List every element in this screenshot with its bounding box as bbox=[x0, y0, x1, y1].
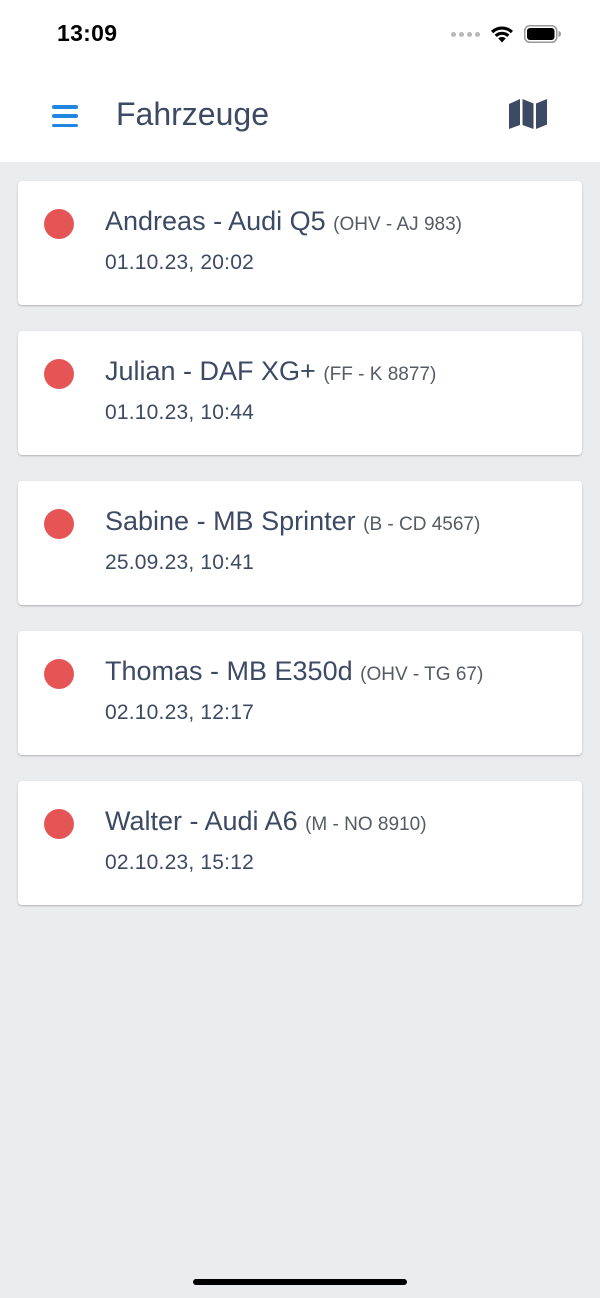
status-icons bbox=[451, 24, 562, 44]
last-update-time: 02.10.23, 12:17 bbox=[105, 701, 254, 724]
vehicle-card[interactable]: Sabine - MB Sprinter (B - CD 4567) 25.09… bbox=[18, 481, 582, 605]
cellular-signal-icon bbox=[451, 31, 480, 37]
license-plate: (OHV - TG 67) bbox=[360, 664, 484, 685]
app-header: Fahrzeuge bbox=[0, 70, 600, 162]
last-update-time: 01.10.23, 10:44 bbox=[105, 401, 254, 424]
vehicle-name: Sabine - MB Sprinter bbox=[105, 506, 356, 536]
status-indicator-icon bbox=[44, 209, 74, 239]
status-time: 13:09 bbox=[57, 20, 118, 46]
license-plate: (B - CD 4567) bbox=[363, 514, 481, 535]
last-update-time: 25.09.23, 10:41 bbox=[105, 551, 254, 574]
vehicle-list: Andreas - Audi Q5 (OHV - AJ 983) 01.10.2… bbox=[18, 181, 582, 931]
vehicle-name: Thomas - MB E350d bbox=[105, 656, 353, 686]
home-indicator[interactable] bbox=[193, 1279, 407, 1285]
page-title: Fahrzeuge bbox=[116, 96, 269, 132]
last-update-time: 01.10.23, 20:02 bbox=[105, 251, 254, 274]
vehicle-title: Sabine - MB Sprinter (B - CD 4567) bbox=[105, 506, 480, 537]
vehicle-name: Walter - Audi A6 bbox=[105, 806, 298, 836]
hamburger-menu-icon[interactable] bbox=[52, 105, 80, 127]
map-icon[interactable] bbox=[508, 98, 548, 130]
last-update-time: 02.10.23, 15:12 bbox=[105, 851, 254, 874]
vehicle-title: Julian - DAF XG+ (FF - K 8877) bbox=[105, 356, 436, 387]
vehicle-name: Andreas - Audi Q5 bbox=[105, 206, 326, 236]
status-bar: 13:09 bbox=[0, 0, 600, 70]
vehicle-title: Andreas - Audi Q5 (OHV - AJ 983) bbox=[105, 206, 462, 237]
vehicle-card[interactable]: Thomas - MB E350d (OHV - TG 67) 02.10.23… bbox=[18, 631, 582, 755]
status-indicator-icon bbox=[44, 809, 74, 839]
status-indicator-icon bbox=[44, 509, 74, 539]
license-plate: (M - NO 8910) bbox=[305, 814, 427, 835]
status-indicator-icon bbox=[44, 659, 74, 689]
license-plate: (OHV - AJ 983) bbox=[333, 214, 462, 235]
battery-icon bbox=[524, 25, 561, 43]
status-indicator-icon bbox=[44, 359, 74, 389]
vehicle-name: Julian - DAF XG+ bbox=[105, 356, 316, 386]
vehicle-title: Thomas - MB E350d (OHV - TG 67) bbox=[105, 656, 483, 687]
vehicle-card[interactable]: Julian - DAF XG+ (FF - K 8877) 01.10.23,… bbox=[18, 331, 582, 455]
vehicle-card[interactable]: Walter - Audi A6 (M - NO 8910) 02.10.23,… bbox=[18, 781, 582, 905]
license-plate: (FF - K 8877) bbox=[323, 364, 437, 385]
vehicle-card[interactable]: Andreas - Audi Q5 (OHV - AJ 983) 01.10.2… bbox=[18, 181, 582, 305]
wifi-icon bbox=[491, 26, 513, 43]
vehicle-title: Walter - Audi A6 (M - NO 8910) bbox=[105, 806, 427, 837]
